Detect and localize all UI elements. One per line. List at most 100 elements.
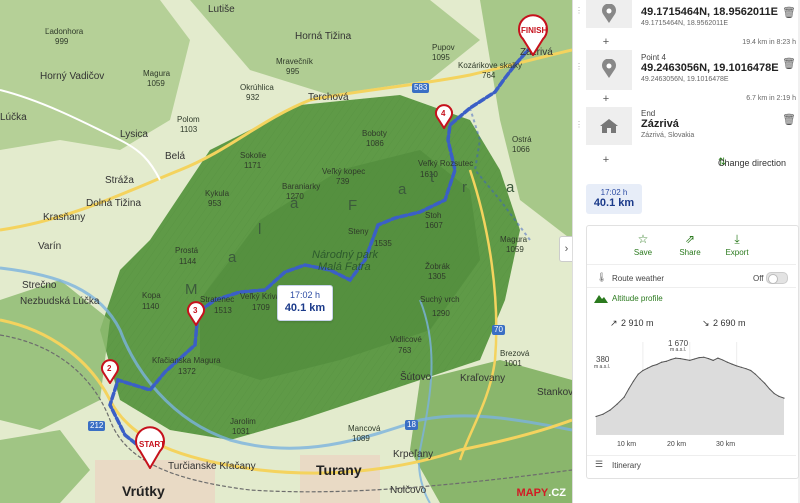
- peak-name: Veľký Rozsutec: [418, 159, 474, 168]
- altitude-point: [609, 409, 611, 411]
- weather-toggle[interactable]: [766, 272, 788, 284]
- start-altitude-unit: m a.s.l.: [594, 364, 611, 370]
- town-stankov: Stankov: [537, 387, 572, 398]
- waypoint-end-name[interactable]: Zázrivá: [641, 118, 679, 130]
- export-button[interactable]: ⤓ Export: [717, 232, 757, 257]
- peak-name: Magura: [143, 69, 171, 78]
- altitude-point: [768, 388, 771, 390]
- peak-alt: 1290: [432, 309, 450, 318]
- trash-icon[interactable]: 🗑: [782, 57, 796, 70]
- peak-name: Polom: [177, 115, 200, 124]
- drag-handle-icon[interactable]: ⋮⋮: [575, 62, 591, 72]
- altitude-point: [736, 365, 738, 367]
- map-canvas[interactable]: Vrútky Turany Zázrivá Terchová Belá Lysi…: [0, 0, 572, 503]
- range-letter: l: [258, 221, 264, 238]
- list-icon: ☰: [595, 459, 604, 469]
- altitude-point: [717, 357, 719, 359]
- itinerary-link[interactable]: Itinerary: [612, 461, 641, 470]
- town-vrutky: Vrútky: [122, 483, 165, 499]
- peak-name: Kykula: [205, 189, 230, 198]
- add-waypoint-button[interactable]: +: [600, 154, 612, 166]
- change-direction-link[interactable]: Change direction: [718, 158, 786, 168]
- finish-marker[interactable]: [515, 14, 551, 56]
- altitude-chart[interactable]: [592, 336, 788, 440]
- peak-alt: 1709: [252, 303, 270, 312]
- peak-alt: 1089: [352, 434, 370, 443]
- altitude-point: [679, 357, 681, 360]
- range-letter: F: [348, 197, 360, 214]
- road-number: 212: [88, 421, 106, 431]
- add-waypoint-button[interactable]: +: [600, 93, 612, 105]
- altitude-point: [698, 357, 700, 359]
- range-letter: a: [398, 181, 409, 198]
- waypoint-2-coords[interactable]: 49.2463056N, 19.1016478E: [641, 62, 779, 74]
- altitude-point: [623, 396, 625, 398]
- ascent-value: 2 910 m: [621, 318, 654, 328]
- route-result-box[interactable]: 17:02 h 40.1 km: [586, 184, 642, 214]
- waypoint-1-coords[interactable]: 49.1715464N, 18.9562011E: [641, 6, 778, 18]
- share-button[interactable]: ⇗ Share: [670, 232, 710, 257]
- start-marker-label: START: [139, 440, 166, 449]
- peak-name: Okrúhlica: [240, 83, 274, 92]
- peak-name: Brezová: [500, 349, 530, 358]
- waypoint-marker-4-label: 4: [441, 109, 446, 118]
- segment-info: 6.7 km in 2:19 h: [746, 95, 796, 102]
- town-krasnany: Krasňany: [43, 212, 86, 223]
- altitude-point: [740, 366, 742, 368]
- peak-alt: 1001: [504, 359, 522, 368]
- route-info-box[interactable]: 17:02 h 40.1 km: [277, 285, 333, 321]
- peak-name: Sokolie: [240, 151, 267, 160]
- altitude-point: [632, 380, 635, 382]
- altitude-point: [745, 368, 747, 370]
- pin-icon: [602, 4, 616, 23]
- town-nolcovo: Nolčovo: [390, 485, 427, 496]
- drag-handle-icon[interactable]: ⋮⋮: [575, 6, 591, 16]
- peak-altitude-unit: m a.s.l.: [670, 347, 687, 353]
- collapse-panel-button[interactable]: ›: [559, 236, 573, 262]
- peak-alt: 953: [208, 199, 222, 208]
- altitude-point: [783, 397, 785, 399]
- peak-alt: 1144: [179, 257, 197, 266]
- x-tick-label: 20 km: [667, 441, 687, 448]
- town-lysica: Lysica: [120, 129, 148, 140]
- altitude-point: [764, 382, 766, 384]
- peak-name: Boboty: [362, 129, 387, 138]
- share-label: Share: [679, 248, 701, 257]
- segment-info: 19.4 km in 8:23 h: [742, 39, 796, 46]
- peak-alt: 932: [246, 93, 260, 102]
- route-weather-label: Route weather: [612, 274, 665, 283]
- road-number: 583: [412, 83, 430, 93]
- altitude-point: [693, 358, 696, 360]
- altitude-point: [675, 357, 677, 359]
- town-horna-tizina: Horná Tižina: [295, 31, 352, 42]
- range-letter: M: [185, 281, 200, 298]
- town-horny-vadicov: Horný Vadičov: [40, 71, 105, 82]
- town-turany: Turany: [316, 462, 362, 478]
- altitude-area: [596, 357, 784, 434]
- save-button[interactable]: ☆ Save: [623, 232, 663, 257]
- divider: [587, 287, 796, 288]
- peak-alt: 1372: [178, 367, 196, 376]
- waypoint-icon-box: [586, 0, 632, 28]
- altitude-point: [707, 357, 710, 360]
- trash-icon[interactable]: 🗑: [782, 113, 796, 126]
- save-label: Save: [633, 248, 653, 257]
- route-result-time: 17:02 h: [600, 188, 628, 197]
- drag-handle-icon[interactable]: ⋮⋮: [575, 120, 591, 130]
- trash-icon[interactable]: 🗑: [782, 6, 796, 19]
- town-lucka: Lúčka: [0, 112, 27, 123]
- altitude-point: [712, 359, 714, 361]
- peak-name: Kozárikove skalky: [458, 61, 523, 70]
- altitude-point: [703, 356, 705, 358]
- altitude-profile-title: Altitude profile: [612, 294, 663, 303]
- town-sutovo: Šútovo: [400, 372, 432, 383]
- range-letter: á: [290, 195, 301, 212]
- add-waypoint-button[interactable]: +: [600, 36, 612, 48]
- route-time: 17:02 h: [289, 290, 321, 300]
- altitude-point: [750, 369, 752, 372]
- descent-value: 2 690 m: [713, 318, 746, 328]
- peak-alt: 999: [55, 37, 69, 46]
- town-lutise: Lutiše: [208, 4, 235, 15]
- road-number: 18: [405, 420, 418, 430]
- peak-alt: 1103: [180, 125, 198, 134]
